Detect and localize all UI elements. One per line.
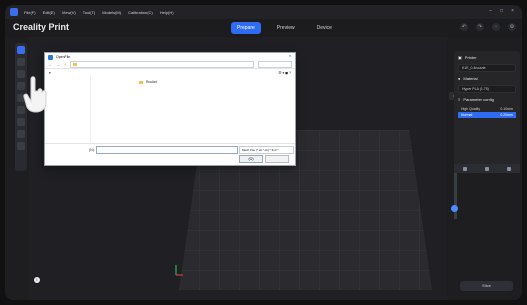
open-file-dialog: OpenFile × ← → ↑ ▾ ☰ ▾ ◼ ? Rocket (N): M… xyxy=(44,52,296,166)
menu-edit[interactable]: Edit(E) xyxy=(43,10,55,15)
forward-icon[interactable]: → xyxy=(56,62,60,67)
param-row-selected[interactable]: Normal 0.20mm xyxy=(458,112,516,118)
menu-calibration[interactable]: Calibration(C) xyxy=(128,10,153,15)
param-actions xyxy=(454,164,520,173)
printer-icon: ▣ xyxy=(458,55,462,60)
dialog-titlebar: OpenFile × xyxy=(45,53,295,61)
copy-icon[interactable] xyxy=(485,166,489,171)
tab-device[interactable]: Device xyxy=(311,22,338,34)
main-tabs: Prepare Preview Device xyxy=(231,22,338,34)
delete-icon[interactable] xyxy=(507,166,511,171)
top-right-icons: ↶ ↷ ◦ ⚙ xyxy=(460,23,516,31)
menu-file[interactable]: File(F) xyxy=(24,10,36,15)
close-icon[interactable]: × xyxy=(511,8,514,14)
info-icon[interactable]: i xyxy=(34,277,40,283)
app-name: Creality Print xyxy=(13,22,70,32)
list-item[interactable]: Rocket xyxy=(139,80,292,84)
menu-help[interactable]: Help(H) xyxy=(160,10,174,15)
menubar: File(F) Edit(E) View(V) Tool(T) Models(M… xyxy=(5,5,522,19)
dialog-title: OpenFile xyxy=(56,55,71,59)
param-row-name: Normal xyxy=(461,113,473,117)
minimize-icon[interactable]: – xyxy=(489,8,492,14)
app-window: File(F) Edit(E) View(V) Tool(T) Models(M… xyxy=(5,5,522,300)
dialog-file-list: Rocket xyxy=(91,76,295,144)
printer-select[interactable]: K1E_0.4nozzle xyxy=(458,64,516,72)
printer-value: K1E_0.4nozzle xyxy=(462,66,486,70)
dialog-footer: (N): Mesh File (*.stl *.obj *.3mf *. (O) xyxy=(45,143,295,165)
settings-icon[interactable]: ⚙ xyxy=(508,23,516,31)
material-title: ● Material xyxy=(458,76,516,81)
window-controls: – □ × xyxy=(489,8,514,14)
material-label: Material xyxy=(463,76,478,81)
printer-title: ▣ Printer xyxy=(458,55,516,60)
material-icon: ● xyxy=(458,76,461,81)
dialog-nav-pane xyxy=(45,76,91,144)
menu-tool[interactable]: Tool(T) xyxy=(83,10,95,15)
undo-icon[interactable]: ↶ xyxy=(460,23,468,31)
file-type-filter[interactable]: Mesh File (*.stl *.obj *.3mf *. xyxy=(239,146,294,154)
param-row-name: High Quality xyxy=(461,107,481,111)
param-icon: ≡ xyxy=(458,97,461,102)
support-icon[interactable] xyxy=(17,118,25,126)
file-name: Rocket xyxy=(146,80,157,84)
filename-input[interactable] xyxy=(96,146,238,154)
add-icon[interactable] xyxy=(463,166,467,171)
select-icon[interactable] xyxy=(17,46,25,54)
printer-label: Printer xyxy=(464,55,477,60)
axis-gizmo-icon xyxy=(175,265,183,276)
param-section: ≡ Parameter config High Quality 0.10mm N… xyxy=(454,93,520,118)
folder-icon xyxy=(73,63,77,66)
material-section: ● Material Hyper PLA (1.75) xyxy=(454,72,520,93)
cancel-button[interactable] xyxy=(265,155,289,163)
dialog-close-icon[interactable]: × xyxy=(289,54,291,58)
account-icon[interactable]: ◦ xyxy=(492,23,500,31)
new-folder-icon[interactable]: ▾ xyxy=(49,71,51,75)
tab-prepare[interactable]: Prepare xyxy=(231,22,261,34)
open-file-icon[interactable] xyxy=(17,58,25,66)
titlebar: Creality Print Prepare Preview Device ↶ … xyxy=(5,19,522,37)
printer-section: ▣ Printer K1E_0.4nozzle xyxy=(454,51,520,72)
menu-models[interactable]: Models(M) xyxy=(102,10,121,15)
param-label: Parameter config xyxy=(463,97,494,102)
pointer-hand-icon xyxy=(23,76,47,113)
dialog-nav: ← → ↑ xyxy=(45,61,295,69)
material-select[interactable]: Hyper PLA (1.75) xyxy=(458,85,516,93)
tab-preview[interactable]: Preview xyxy=(271,22,301,34)
dialog-body: Rocket xyxy=(45,76,295,144)
menu-view[interactable]: View(V) xyxy=(62,10,76,15)
slice-button[interactable]: Slice xyxy=(460,281,513,291)
redo-icon[interactable]: ↷ xyxy=(476,23,484,31)
view-options-icon[interactable]: ☰ ▾ ◼ ? xyxy=(278,71,291,75)
maximize-icon[interactable]: □ xyxy=(500,8,503,14)
back-icon[interactable]: ← xyxy=(48,62,52,67)
dialog-search-input[interactable] xyxy=(258,61,292,68)
up-icon[interactable]: ↑ xyxy=(64,62,66,67)
app-logo-icon xyxy=(10,8,18,16)
param-row-value: 0.10mm xyxy=(500,107,513,111)
material-value: Hyper PLA (1.75) xyxy=(462,87,489,91)
address-bar[interactable] xyxy=(70,61,254,68)
param-title: ≡ Parameter config xyxy=(458,97,516,102)
right-panel: ▣ Printer K1E_0.4nozzle ● Material Hyper… xyxy=(454,51,520,173)
dialog-app-icon xyxy=(48,54,53,60)
layout-icon[interactable] xyxy=(17,130,25,138)
param-row-value: 0.20mm xyxy=(500,113,513,117)
layer-slider-knob[interactable] xyxy=(451,205,458,212)
folder-icon xyxy=(139,80,143,84)
open-button[interactable]: (O) xyxy=(239,155,263,163)
filename-label: (N): xyxy=(89,148,95,152)
grid-icon[interactable] xyxy=(17,142,25,150)
